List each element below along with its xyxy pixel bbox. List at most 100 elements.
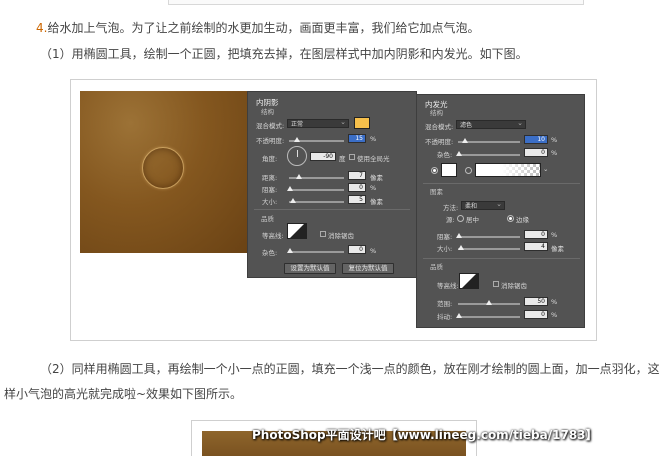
choke-slider[interactable] <box>289 189 344 191</box>
size-label: 大小: <box>437 245 453 253</box>
choke-unit: % <box>370 184 377 192</box>
noise-slider[interactable] <box>458 154 520 156</box>
jitter-unit: % <box>551 311 558 319</box>
distance-slider-thumb[interactable] <box>296 174 302 179</box>
noise-slider-thumb[interactable] <box>287 248 293 253</box>
choke-input[interactable]: 0 <box>348 183 366 192</box>
use-global-light-label: 使用全局光 <box>357 155 390 163</box>
size-slider[interactable] <box>289 201 344 203</box>
size-input[interactable]: 4 <box>524 242 548 251</box>
source-edge-label: 边缘 <box>516 216 529 224</box>
noise-label: 杂色: <box>437 151 453 159</box>
jitter-input[interactable]: 0 <box>524 310 548 319</box>
paragraph-substep-2-line2: 样小气泡的高光就完成啦~效果如下图所示。 <box>4 387 243 401</box>
make-default-button[interactable]: 设置为默认值 <box>284 263 336 274</box>
source-label: 源: <box>446 216 455 224</box>
contour-label: 等高线: <box>262 232 284 240</box>
size-unit: 像素 <box>370 198 383 206</box>
reset-to-default-button[interactable]: 复位为默认值 <box>342 263 394 274</box>
source-center-radio[interactable] <box>457 215 464 222</box>
shadow-color-swatch[interactable] <box>354 117 370 129</box>
divider <box>423 258 580 259</box>
distance-input[interactable]: 7 <box>348 171 366 180</box>
divider <box>423 183 580 184</box>
range-unit: % <box>551 298 558 306</box>
choke-input[interactable]: 0 <box>524 230 548 239</box>
anti-alias-checkbox[interactable] <box>320 231 326 237</box>
opacity-input[interactable]: 10 <box>524 135 548 144</box>
gradient-dropdown-icon[interactable]: ⌄ <box>543 165 548 173</box>
size-slider-thumb[interactable] <box>458 245 464 250</box>
opacity-label: 不透明度: <box>256 137 285 145</box>
paragraph-step-4: 4.给水加上气泡。为了让之前绘制的水更加生动，画面更丰富，我们给它加点气泡。 <box>36 20 479 36</box>
paragraph-substep-1: （1）用椭圆工具，绘制一个正圆，把填充去掉，在图层样式中加内阴影和内发光。如下图… <box>40 47 528 61</box>
choke-slider-thumb[interactable] <box>287 186 293 191</box>
blend-mode-select[interactable]: 正常 <box>287 118 349 128</box>
jitter-slider[interactable] <box>458 316 520 318</box>
noise-label: 杂色: <box>262 249 278 257</box>
range-label: 范围: <box>437 300 453 308</box>
contour-picker[interactable] <box>459 273 479 289</box>
size-label: 大小: <box>262 198 278 206</box>
opacity-unit: % <box>551 136 558 144</box>
inner-shadow-panel: 内阴影 结构 混合模式: 正常 不透明度: 15 % 角度: -90 度 使用全… <box>247 91 417 278</box>
distance-unit: 像素 <box>370 174 383 182</box>
anti-alias-label: 消除锯齿 <box>501 282 527 290</box>
choke-slider-thumb[interactable] <box>456 233 462 238</box>
glow-gradient-picker[interactable] <box>475 163 541 177</box>
range-input[interactable]: 50 <box>524 297 548 306</box>
size-slider[interactable] <box>458 248 520 250</box>
paragraph-substep-2-line1: （2）同样用椭圆工具，再绘制一个小一点的正圆，填充一个浅一点的颜色，放在刚才绘制… <box>40 362 660 376</box>
opacity-label: 不透明度: <box>425 138 454 146</box>
image-blank-area <box>80 253 248 329</box>
angle-unit: 度 <box>339 155 346 163</box>
gradient-radio[interactable] <box>465 167 472 174</box>
range-slider-thumb[interactable] <box>486 300 492 305</box>
noise-unit: % <box>551 149 558 157</box>
choke-unit: % <box>551 231 558 239</box>
noise-slider[interactable] <box>289 251 344 253</box>
blend-mode-select[interactable]: 滤色 <box>456 119 526 129</box>
noise-slider-thumb[interactable] <box>456 151 462 156</box>
noise-input[interactable]: 0 <box>524 148 548 157</box>
contour-picker[interactable] <box>287 223 307 239</box>
opacity-slider-thumb[interactable] <box>462 138 468 143</box>
size-slider-thumb[interactable] <box>290 198 296 203</box>
noise-input[interactable]: 0 <box>348 245 366 254</box>
source-center-label: 居中 <box>466 216 479 224</box>
angle-dial[interactable] <box>287 146 307 166</box>
quality-heading: 品质 <box>261 215 274 223</box>
anti-alias-checkbox[interactable] <box>493 281 499 287</box>
distance-label: 距离: <box>262 174 278 182</box>
structure-heading: 结构 <box>430 109 443 117</box>
step-4-text: 给水加上气泡。为了让之前绘制的水更加生动，画面更丰富，我们给它加点气泡。 <box>47 21 480 35</box>
anti-alias-label: 消除锯齿 <box>328 232 354 240</box>
watermark-text: PhotoShop平面设计吧【www.lineeg.com/tieba/1783… <box>252 428 598 442</box>
inner-glow-panel: 内发光 结构 混合模式: 滤色 不透明度: 10 % 杂色: 0 % ⌄ 图素 … <box>416 94 585 328</box>
quality-heading: 品质 <box>430 263 443 271</box>
opacity-unit: % <box>370 135 377 143</box>
contour-label: 等高线: <box>437 282 459 290</box>
step-number: 4. <box>36 21 48 35</box>
noise-unit: % <box>370 247 377 255</box>
angle-label: 角度: <box>262 155 278 163</box>
jitter-label: 抖动: <box>437 313 453 321</box>
solid-color-radio[interactable] <box>431 167 438 174</box>
structure-heading: 结构 <box>261 108 274 116</box>
divider <box>254 209 410 210</box>
opacity-slider-thumb[interactable] <box>294 137 300 142</box>
technique-label: 方法: <box>443 204 459 212</box>
previous-image-frame <box>168 0 584 5</box>
angle-input[interactable]: -90 <box>310 152 336 161</box>
size-input[interactable]: 5 <box>348 195 366 204</box>
choke-label: 阻塞: <box>262 186 278 194</box>
glow-color-swatch[interactable] <box>441 163 457 177</box>
opacity-input[interactable]: 15 <box>348 134 366 143</box>
source-edge-radio[interactable] <box>507 215 514 222</box>
jitter-slider-thumb[interactable] <box>456 313 462 318</box>
choke-label: 阻塞: <box>437 233 453 241</box>
elements-heading: 图素 <box>430 188 443 196</box>
technique-select[interactable]: 柔和 <box>461 200 505 210</box>
choke-slider[interactable] <box>458 236 520 238</box>
use-global-light-checkbox[interactable] <box>349 154 355 160</box>
